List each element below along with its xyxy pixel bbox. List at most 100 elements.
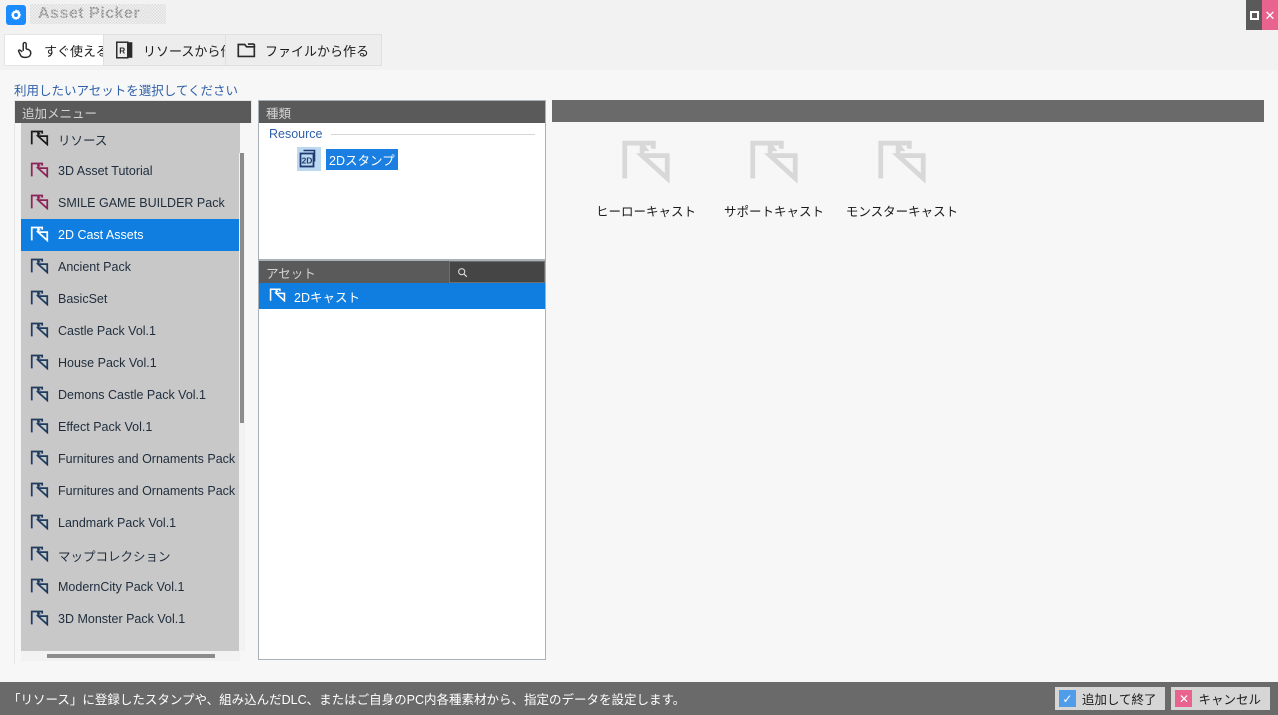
window-title: Asset Picker xyxy=(34,3,144,25)
type-panel-body: Resource 2D 2Dスタンプ xyxy=(259,123,545,259)
preview-grid-cell[interactable]: ヒーローキャスト xyxy=(582,136,710,220)
search-icon xyxy=(456,266,469,279)
maximize-icon xyxy=(1250,11,1259,20)
svg-text:R: R xyxy=(119,47,125,56)
sidebar-item-label: リソース xyxy=(58,130,107,149)
sidebar-item-label: Effect Pack Vol.1 xyxy=(58,420,152,434)
sidebar-item[interactable]: Furnitures and Ornaments Pack V xyxy=(21,443,240,475)
sidebar-item-label: BasicSet xyxy=(58,292,107,306)
2d-stamp-icon: 2D xyxy=(297,147,321,171)
confirm-button-label: 追加して終了 xyxy=(1082,689,1157,708)
scrollbar-thumb[interactable] xyxy=(47,654,215,658)
folder-icon xyxy=(30,481,49,501)
check-icon: ✓ xyxy=(1059,690,1076,707)
sidebar-item[interactable]: Castle Pack Vol.1 xyxy=(21,315,240,347)
svg-text:2D: 2D xyxy=(302,156,313,166)
preview-panel-header xyxy=(552,100,1264,122)
search-input[interactable] xyxy=(449,261,545,283)
resource-group: Resource xyxy=(269,127,535,141)
gear-icon xyxy=(6,5,26,25)
sidebar-item-label: 3D Asset Tutorial xyxy=(58,164,153,178)
asset-list[interactable]: 2Dキャスト xyxy=(259,283,545,659)
folder-icon xyxy=(269,287,286,306)
folder-icon xyxy=(30,225,49,245)
folder-icon xyxy=(30,321,49,341)
tab-strip: すぐ使える R リソースから作る ファイルから作る xyxy=(0,30,1278,70)
preview-grid: ヒーローキャストサポートキャスト モンスターキャスト xyxy=(552,122,1264,660)
folder-icon xyxy=(30,513,49,533)
folder-icon xyxy=(30,353,49,373)
folder-icon xyxy=(30,577,49,597)
add-menu-vertical-scrollbar[interactable] xyxy=(239,153,245,651)
type-item-label: 2Dスタンプ xyxy=(326,149,398,170)
sidebar-item[interactable]: 3D Asset Tutorial xyxy=(21,155,240,187)
sidebar-item-label: House Pack Vol.1 xyxy=(58,356,157,370)
scrollbar-thumb[interactable] xyxy=(240,153,244,423)
folder-icon xyxy=(30,161,49,181)
folder-icon xyxy=(30,417,49,437)
folder-icon xyxy=(876,136,928,189)
sidebar-item[interactable]: BasicSet xyxy=(21,283,240,315)
close-button[interactable]: ✕ xyxy=(1262,0,1278,30)
sidebar-item[interactable]: Furnitures and Ornaments Pack V xyxy=(21,475,240,507)
title-bar: Asset Picker ✕ xyxy=(0,0,1278,30)
preview-grid-cell[interactable]: サポートキャスト xyxy=(710,136,838,220)
sidebar-item[interactable]: 2D Cast Assets xyxy=(21,219,240,251)
sidebar-item[interactable]: SMILE GAME BUILDER Pack xyxy=(21,187,240,219)
tab-from-file[interactable]: ファイルから作る xyxy=(225,34,382,66)
status-bar: 「リソース」に登録したスタンプや、組み込んだDLC、またはご自身のPC内各種素材… xyxy=(0,682,1278,715)
add-menu-horizontal-scrollbar[interactable] xyxy=(21,651,240,661)
asset-item-label: 2Dキャスト xyxy=(294,287,360,306)
sidebar-item-label: 2D Cast Assets xyxy=(58,228,143,242)
folder-icon xyxy=(30,193,49,213)
folder-icon xyxy=(30,609,49,629)
type-panel: 種類 Resource 2D 2Dスタンプ xyxy=(258,100,546,260)
asset-list-item[interactable]: 2Dキャスト xyxy=(259,283,545,309)
open-folder-icon xyxy=(236,39,258,61)
cancel-button[interactable]: ✕ キャンセル xyxy=(1171,687,1270,710)
sidebar-item[interactable]: リソース xyxy=(21,123,240,155)
add-menu-header: 追加メニュー xyxy=(15,101,251,123)
resource-document-icon: R xyxy=(114,39,136,61)
type-panel-header: 種類 xyxy=(259,101,545,123)
folder-icon xyxy=(748,136,800,189)
folder-icon xyxy=(30,449,49,469)
preview-cell-label: モンスターキャスト xyxy=(846,201,958,220)
asset-panel-title: アセット xyxy=(266,263,316,282)
asset-panel: アセット 2Dキャスト xyxy=(258,260,546,660)
dialog-buttons: ✓ 追加して終了 ✕ キャンセル xyxy=(1055,687,1270,710)
folder-icon xyxy=(30,385,49,405)
sidebar-item-label: Demons Castle Pack Vol.1 xyxy=(58,388,206,402)
tab-label: すぐ使える xyxy=(44,41,109,60)
confirm-button[interactable]: ✓ 追加して終了 xyxy=(1055,687,1166,710)
group-divider xyxy=(331,134,536,135)
sidebar-item-label: Castle Pack Vol.1 xyxy=(58,324,156,338)
sidebar-item[interactable]: マップコレクション xyxy=(21,539,240,571)
window-controls: ✕ xyxy=(1246,0,1278,30)
sidebar-item-label: Furnitures and Ornaments Pack V xyxy=(58,484,240,498)
sidebar-item-label: Furnitures and Ornaments Pack V xyxy=(58,452,240,466)
type-item-2d-stamp[interactable]: 2D 2Dスタンプ xyxy=(297,147,398,171)
folder-icon xyxy=(30,257,49,277)
folder-icon xyxy=(30,129,49,149)
maximize-button[interactable] xyxy=(1246,0,1262,30)
status-message: 「リソース」に登録したスタンプや、組み込んだDLC、またはご自身のPC内各種素材… xyxy=(8,689,685,708)
add-menu-panel: 追加メニュー リソース 3D Asset Tutorial SMILE GAME B… xyxy=(14,100,252,664)
asset-preview-panel: ヒーローキャストサポートキャスト モンスターキャスト xyxy=(552,100,1264,660)
resource-group-label: Resource xyxy=(269,127,323,141)
folder-icon xyxy=(30,289,49,309)
add-menu-list-wrap: リソース 3D Asset Tutorial SMILE GAME BUILDER … xyxy=(15,123,253,665)
sidebar-item[interactable]: Ancient Pack xyxy=(21,251,240,283)
sidebar-item[interactable]: ModernCity Pack Vol.1 xyxy=(21,571,240,603)
add-menu-list[interactable]: リソース 3D Asset Tutorial SMILE GAME BUILDER … xyxy=(21,123,240,651)
preview-cell-label: サポートキャスト xyxy=(724,201,824,220)
sidebar-item[interactable]: Effect Pack Vol.1 xyxy=(21,411,240,443)
cancel-button-label: キャンセル xyxy=(1198,689,1261,708)
sidebar-item[interactable]: Landmark Pack Vol.1 xyxy=(21,507,240,539)
sidebar-item[interactable]: Demons Castle Pack Vol.1 xyxy=(21,379,240,411)
gear-icon-glyph xyxy=(9,8,23,22)
sidebar-item-label: 3D Monster Pack Vol.1 xyxy=(58,612,185,626)
preview-grid-cell[interactable]: モンスターキャスト xyxy=(838,136,966,220)
sidebar-item[interactable]: House Pack Vol.1 xyxy=(21,347,240,379)
sidebar-item[interactable]: 3D Monster Pack Vol.1 xyxy=(21,603,240,635)
